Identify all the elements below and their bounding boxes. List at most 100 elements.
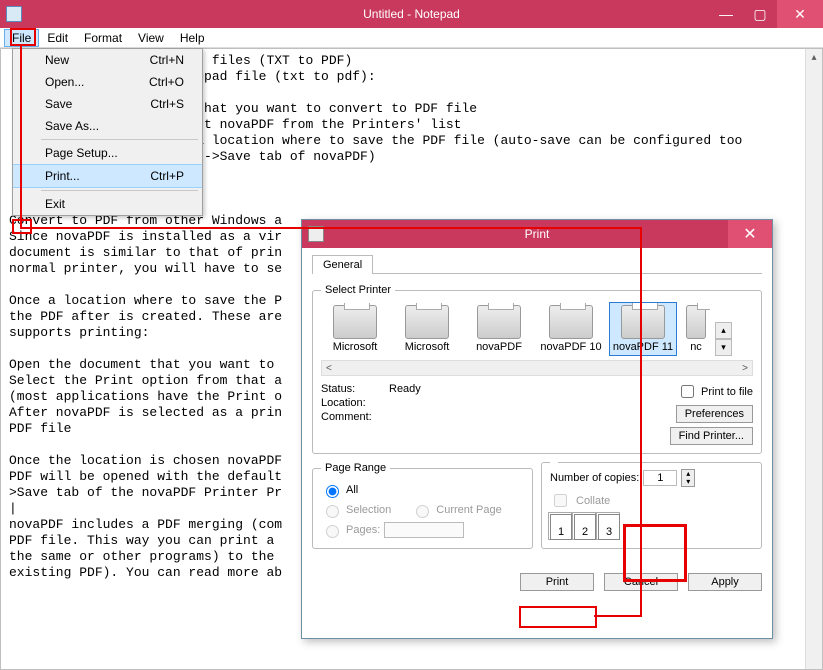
select-printer-legend: Select Printer [321, 284, 395, 296]
minimize-button[interactable]: — [709, 0, 743, 28]
vertical-scrollbar[interactable]: ▴ [805, 49, 822, 669]
tab-strip: General [312, 254, 762, 274]
print-button[interactable]: Print [520, 573, 594, 591]
printer-list-hscroll[interactable]: < > [321, 360, 753, 376]
printer-item-selected[interactable]: novaPDF 11 [609, 302, 677, 356]
menu-label: Page Setup... [45, 146, 118, 160]
printer-name: Microsoft [333, 341, 378, 353]
menu-item-save-as[interactable]: Save As... [13, 115, 202, 137]
window-controls: — ▢ ✕ [709, 0, 823, 28]
collate-preview: 1 2 3 [550, 514, 753, 540]
collate-label: Collate [576, 495, 610, 507]
menu-separator [41, 190, 198, 191]
menu-label: Open... [45, 75, 84, 89]
menu-item-open[interactable]: Open... Ctrl+O [13, 71, 202, 93]
menu-item-exit[interactable]: Exit [13, 193, 202, 215]
preferences-button[interactable]: Preferences [676, 405, 753, 423]
page-range-current: Current Page [411, 500, 501, 520]
tab-general[interactable]: General [312, 255, 373, 274]
printer-glyph-icon [477, 305, 521, 339]
menu-label: New [45, 53, 69, 67]
spin-down-icon[interactable]: ▾ [682, 478, 694, 486]
printer-glyph-icon [333, 305, 377, 339]
menu-edit[interactable]: Edit [39, 29, 76, 47]
scroll-up-icon[interactable]: ▴ [715, 322, 732, 339]
radio-current-label: Current Page [436, 504, 501, 516]
printer-item[interactable]: novaPDF [465, 302, 533, 356]
printer-list: Microsoft Microsoft novaPDF novaPDF 10 n… [321, 302, 753, 356]
find-printer-button[interactable]: Find Printer... [670, 427, 753, 445]
radio-selection-label: Selection [346, 504, 391, 516]
radio-current [416, 505, 429, 518]
printer-item[interactable]: Microsoft [321, 302, 389, 356]
page-range-legend: Page Range [321, 462, 390, 474]
menu-item-print[interactable]: Print... Ctrl+P [13, 164, 202, 188]
menu-help[interactable]: Help [172, 29, 213, 47]
print-to-file-input[interactable] [681, 385, 694, 398]
menu-item-new[interactable]: New Ctrl+N [13, 49, 202, 71]
radio-pages-label: Pages: [346, 524, 380, 536]
printer-item[interactable]: novaPDF 10 [537, 302, 605, 356]
status-value: Ready [389, 383, 421, 395]
printer-glyph-icon [549, 305, 593, 339]
printer-glyph-icon [686, 305, 706, 339]
menu-separator [41, 139, 198, 140]
menu-shortcut: Ctrl+N [150, 53, 184, 67]
printer-item[interactable]: Microsoft [393, 302, 461, 356]
radio-all-label: All [346, 484, 358, 496]
menu-item-save[interactable]: Save Ctrl+S [13, 93, 202, 115]
copies-label: Number of copies: [550, 472, 639, 484]
printer-list-vscroll[interactable]: ▴ ▾ [715, 322, 732, 356]
scroll-down-icon[interactable]: ▾ [715, 339, 732, 356]
printer-name: nc [690, 341, 702, 353]
menubar: File Edit Format View Help [0, 28, 823, 48]
copies-spinner[interactable]: ▴ ▾ [681, 469, 695, 487]
scroll-left-icon[interactable]: < [322, 363, 336, 374]
menu-shortcut: Ctrl+S [150, 97, 184, 111]
scroll-up-icon[interactable]: ▴ [806, 49, 822, 66]
collate-checkbox [554, 494, 567, 507]
apply-button[interactable]: Apply [688, 573, 762, 591]
copies-input[interactable] [643, 470, 677, 486]
page-range-all[interactable]: All [321, 480, 524, 500]
dialog-buttons: Print Cancel Apply [302, 567, 772, 597]
maximize-button[interactable]: ▢ [743, 0, 777, 28]
menu-label: Print... [45, 169, 80, 183]
scroll-right-icon[interactable]: > [738, 363, 752, 374]
print-to-file-label: Print to file [701, 386, 753, 398]
page-range-pages: Pages: [321, 520, 524, 540]
menu-format[interactable]: Format [76, 29, 130, 47]
print-to-file-checkbox[interactable]: Print to file [677, 382, 753, 401]
comment-label: Comment: [321, 411, 381, 423]
file-menu-dropdown: New Ctrl+N Open... Ctrl+O Save Ctrl+S Sa… [12, 48, 203, 216]
menu-label: Exit [45, 197, 65, 211]
printer-name: novaPDF 11 [613, 341, 673, 353]
printer-item[interactable]: nc [681, 302, 711, 356]
menu-file[interactable]: File [4, 29, 39, 47]
dialog-titlebar: Print ✕ [302, 220, 772, 248]
window-title: Untitled - Notepad [0, 7, 823, 21]
menu-label: Save As... [45, 119, 99, 133]
cancel-button[interactable]: Cancel [604, 573, 678, 591]
menu-shortcut: Ctrl+O [149, 75, 184, 89]
dialog-title: Print [302, 227, 772, 241]
printer-name: novaPDF 10 [540, 341, 601, 353]
menu-view[interactable]: View [130, 29, 172, 47]
printer-name: Microsoft [405, 341, 450, 353]
collate-row: Collate [550, 491, 753, 510]
dialog-close-button[interactable]: ✕ [728, 220, 772, 248]
location-label: Location: [321, 397, 381, 409]
radio-selection [326, 505, 339, 518]
printer-glyph-icon [621, 305, 665, 339]
page-range-selection: Selection [321, 500, 391, 520]
page-range-group: Page Range All Selection Current Page [312, 462, 533, 549]
printer-name: novaPDF [476, 341, 522, 353]
menu-item-page-setup[interactable]: Page Setup... [13, 142, 202, 164]
radio-all[interactable] [326, 485, 339, 498]
page-icon: 1 [550, 514, 572, 540]
menu-label: Save [45, 97, 72, 111]
print-dialog: Print ✕ General Select Printer Microsoft… [301, 219, 773, 639]
select-printer-group: Select Printer Microsoft Microsoft novaP… [312, 284, 762, 454]
close-button[interactable]: ✕ [777, 0, 823, 28]
printer-glyph-icon [405, 305, 449, 339]
